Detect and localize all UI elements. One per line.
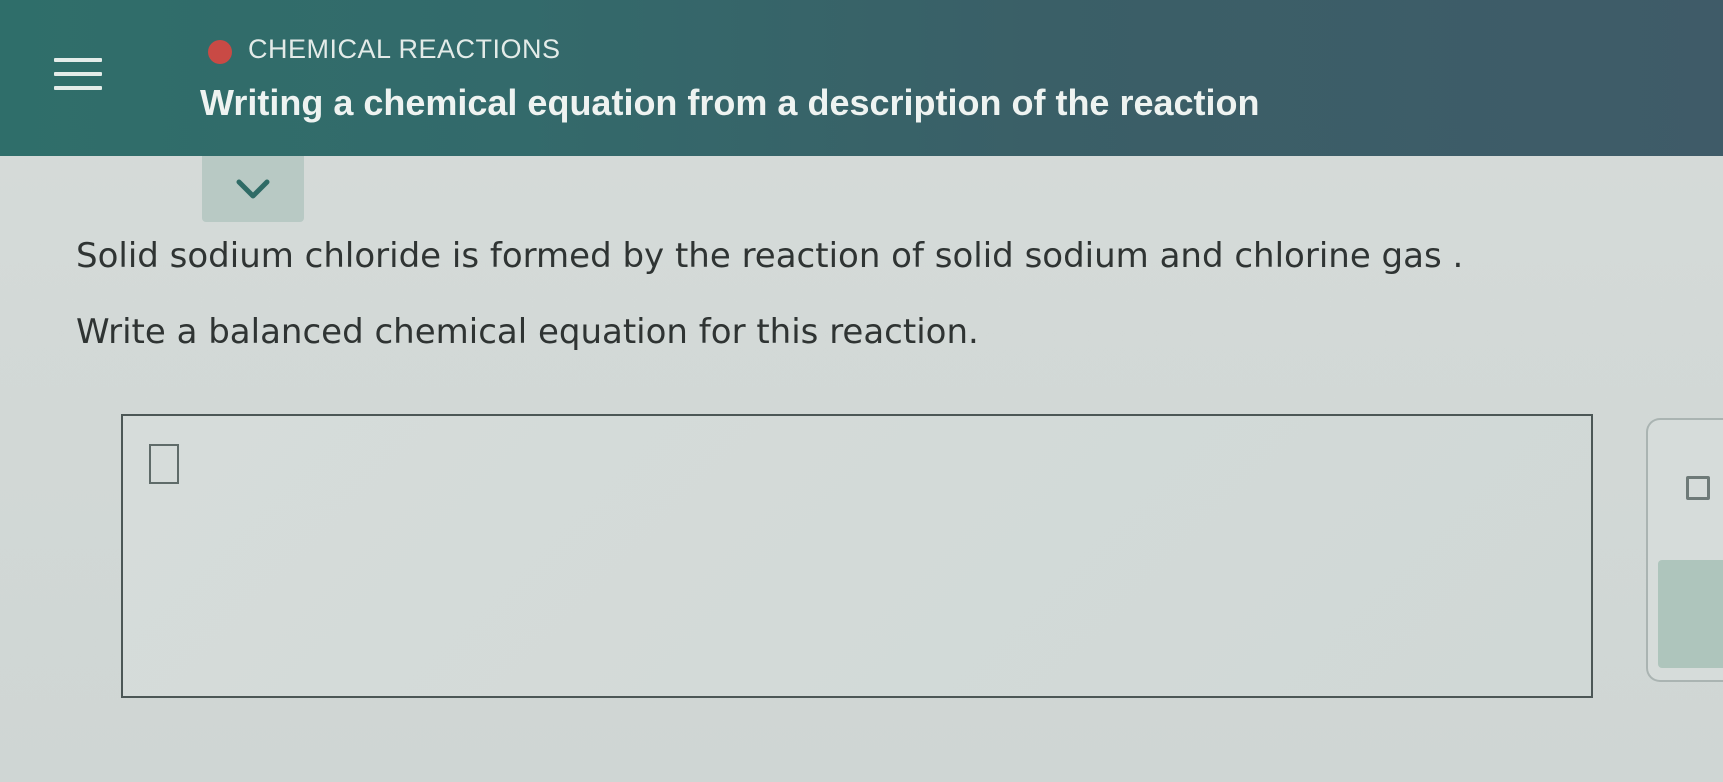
equation-tools-panel	[1646, 418, 1723, 682]
page-title: Writing a chemical equation from a descr…	[200, 82, 1260, 123]
status-dot-icon	[208, 40, 232, 64]
superscript-box-icon[interactable]	[1686, 476, 1710, 500]
topic-category: CHEMICAL REACTIONS	[248, 34, 561, 64]
problem-instruction: Write a balanced chemical equation for t…	[76, 312, 979, 352]
chevron-down-icon	[236, 179, 270, 199]
answer-placeholder-slot[interactable]	[149, 444, 179, 484]
top-header: CHEMICAL REACTIONS Writing a chemical eq…	[0, 0, 1723, 156]
problem-statement: Solid sodium chloride is formed by the r…	[76, 236, 1464, 276]
menu-icon[interactable]	[54, 52, 102, 100]
tool-button[interactable]	[1658, 560, 1723, 668]
expand-toggle-button[interactable]	[202, 156, 304, 222]
answer-input-box[interactable]	[121, 414, 1593, 698]
